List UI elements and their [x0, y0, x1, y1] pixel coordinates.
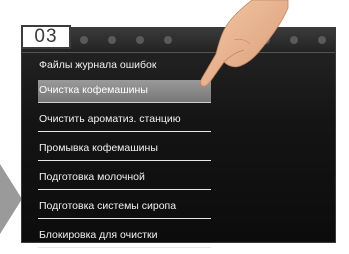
menu-item-clean-flavor-station[interactable]: Очистить ароматиз. станцию	[38, 109, 211, 132]
menu-item-rinse-machine[interactable]: Промывка кофемашины	[38, 138, 211, 161]
menu-item-prepare-milk[interactable]: Подготовка молочной	[38, 167, 211, 190]
status-icon	[164, 36, 172, 44]
menu-item-clean-machine[interactable]: Очистка кофемашины	[38, 80, 211, 103]
status-icon	[108, 36, 116, 44]
step-number-badge: 03	[21, 25, 71, 49]
status-icon	[318, 36, 326, 44]
service-menu: Файлы журнала ошибок Очистка кофемашины …	[38, 55, 211, 254]
status-icon	[290, 36, 298, 44]
status-icon	[136, 36, 144, 44]
next-step-arrow	[0, 164, 22, 234]
menu-item-cleaning-lock[interactable]: Блокировка для очистки	[38, 225, 211, 248]
status-icon	[80, 36, 88, 44]
menu-item-prepare-syrup[interactable]: Подготовка системы сиропа	[38, 196, 211, 219]
menu-item-error-logs[interactable]: Файлы журнала ошибок	[38, 55, 211, 75]
pointing-hand-icon	[200, 0, 289, 87]
